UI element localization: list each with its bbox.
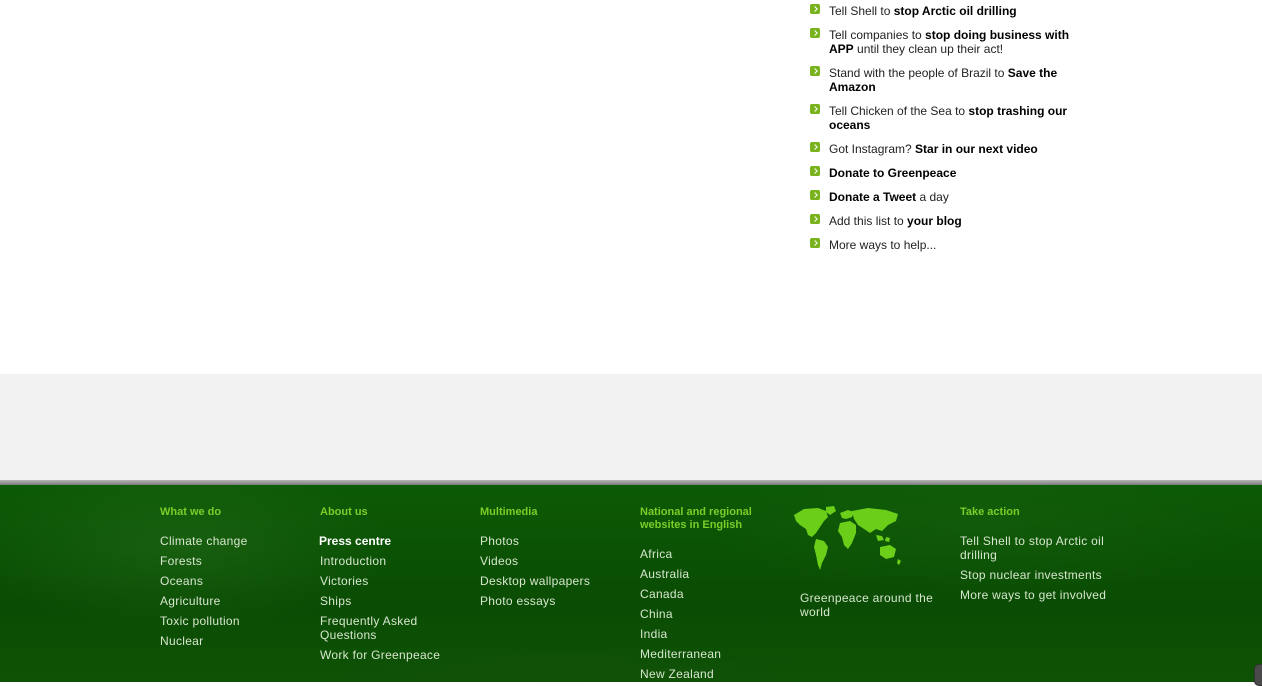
grey-band [0, 374, 1262, 480]
footer-link-forests[interactable]: Forests [160, 554, 202, 568]
footer-col-what-we-do: What we do Climate change Forests Oceans… [160, 506, 310, 648]
footer-link-videos[interactable]: Videos [480, 554, 518, 568]
arrow-bullet-icon [810, 104, 820, 114]
footer-link-desktop-wallpapers[interactable]: Desktop wallpapers [480, 574, 590, 588]
arrow-bullet-icon [810, 4, 820, 14]
footer-col-multimedia: Multimedia Photos Videos Desktop wallpap… [480, 506, 630, 608]
action-link[interactable]: Tell Chicken of the Sea to stop trashing… [829, 104, 1079, 132]
footer-link-ships[interactable]: Ships [320, 594, 352, 608]
footer-link-climate-change[interactable]: Climate change [160, 534, 248, 548]
footer-col-about-us: About us Press centre Introduction Victo… [319, 506, 470, 662]
footer-link-agriculture[interactable]: Agriculture [160, 594, 221, 608]
footer-link-more-ways[interactable]: More ways to get involved [960, 588, 1106, 602]
footer-link-stop-arctic-drilling[interactable]: Tell Shell to stop Arctic oil drilling [960, 534, 1105, 562]
action-link[interactable]: Got Instagram? Star in our next video [829, 142, 1079, 156]
action-link[interactable]: More ways to help... [829, 238, 1079, 252]
footer-col-national-sites: National and regional websites in Englis… [640, 506, 770, 681]
footer-col-take-action: Take action Tell Shell to stop Arctic oi… [960, 506, 1110, 602]
action-link[interactable]: Donate a Tweet a day [829, 190, 1079, 204]
arrow-bullet-icon [810, 28, 820, 38]
footer-link-canada[interactable]: Canada [640, 587, 684, 601]
footer-link-press-centre[interactable]: Press centre [319, 534, 391, 548]
footer-heading[interactable]: About us [320, 506, 470, 519]
footer-link-africa[interactable]: Africa [640, 547, 672, 561]
world-map-icon[interactable] [790, 505, 904, 573]
action-link[interactable]: Stand with the people of Brazil to Save … [829, 66, 1079, 94]
footer-heading[interactable]: Take action [960, 506, 1110, 519]
footer-link-photos[interactable]: Photos [480, 534, 519, 548]
footer-link-india[interactable]: India [640, 627, 668, 641]
arrow-bullet-icon [810, 190, 820, 200]
footer: What we do Climate change Forests Oceans… [0, 485, 1262, 682]
arrow-bullet-icon [810, 166, 820, 176]
action-link[interactable]: Tell companies to stop doing business wi… [829, 28, 1079, 56]
footer-link-china[interactable]: China [640, 607, 673, 621]
footer-link-oceans[interactable]: Oceans [160, 574, 203, 588]
action-link[interactable]: Add this list to your blog [829, 214, 1079, 228]
footer-link-mediterranean[interactable]: Mediterranean [640, 647, 721, 661]
footer-link-new-zealand[interactable]: New Zealand [640, 667, 714, 681]
footer-link-work-for-greenpeace[interactable]: Work for Greenpeace [320, 648, 440, 662]
action-link[interactable]: Tell Shell to stop Arctic oil drilling [829, 4, 1079, 18]
world-caption[interactable]: Greenpeace around the world [800, 591, 940, 619]
footer-heading[interactable]: Multimedia [480, 506, 630, 519]
footer-link-victories[interactable]: Victories [320, 574, 369, 588]
footer-link-stop-nuclear-investments[interactable]: Stop nuclear investments [960, 568, 1102, 582]
footer-link-introduction[interactable]: Introduction [320, 554, 386, 568]
footer-heading[interactable]: National and regional websites in Englis… [640, 506, 770, 532]
footer-link-photo-essays[interactable]: Photo essays [480, 594, 556, 608]
footer-link-faq[interactable]: Frequently Asked Questions [320, 614, 440, 642]
footer-link-nuclear[interactable]: Nuclear [160, 634, 203, 648]
footer-link-toxic-pollution[interactable]: Toxic pollution [160, 614, 240, 628]
arrow-bullet-icon [810, 214, 820, 224]
arrow-bullet-icon [810, 142, 820, 152]
arrow-bullet-icon [810, 66, 820, 76]
arrow-bullet-icon [810, 238, 820, 248]
action-link[interactable]: Donate to Greenpeace [829, 166, 1079, 180]
footer-heading[interactable]: What we do [160, 506, 310, 519]
scrollbar-thumb[interactable] [1254, 664, 1262, 686]
footer-link-australia[interactable]: Australia [640, 567, 689, 581]
